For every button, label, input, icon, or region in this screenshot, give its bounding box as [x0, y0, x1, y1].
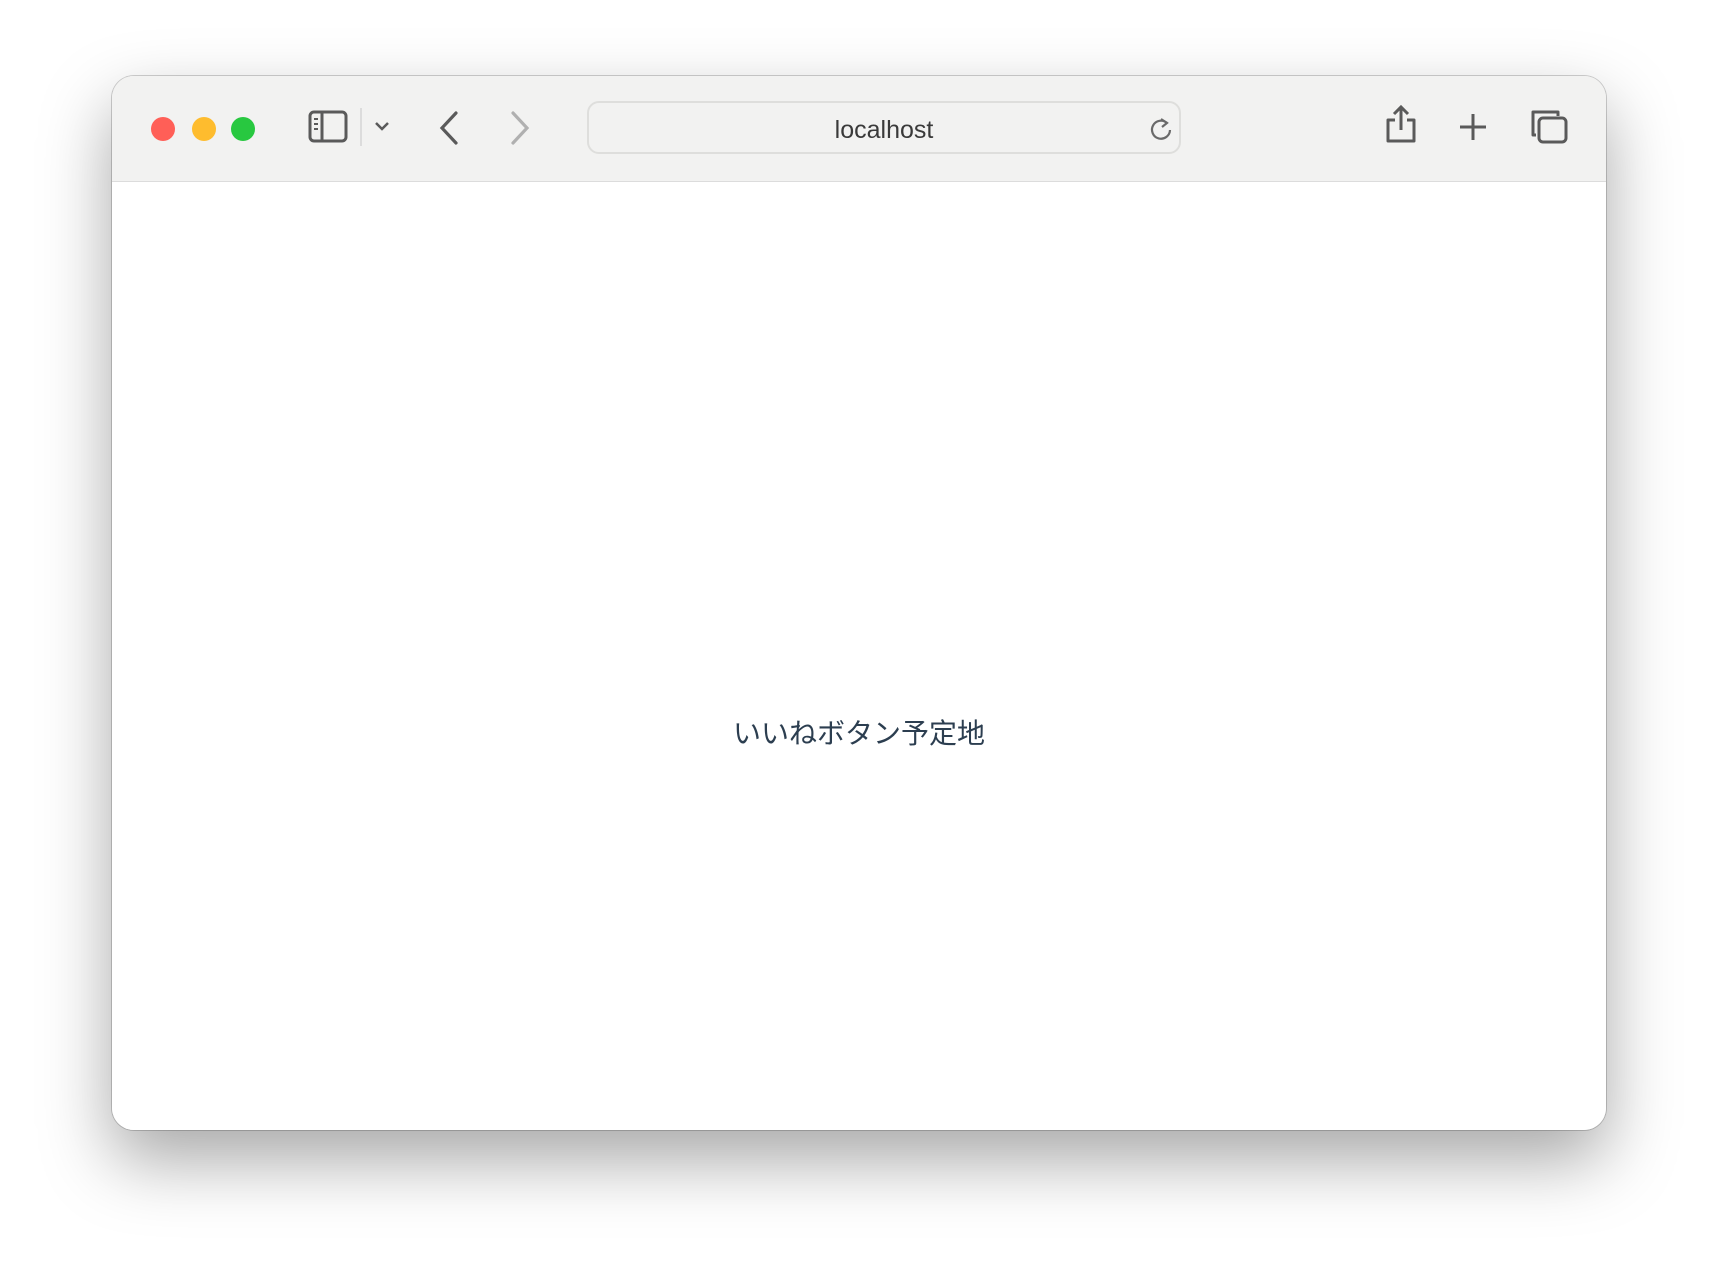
like-button-placeholder-text: いいねボタン予定地: [732, 717, 985, 750]
toolbar-divider: [360, 108, 362, 146]
url-text: localhost: [834, 116, 934, 144]
forward-icon[interactable]: [508, 110, 532, 146]
share-icon[interactable]: [1384, 104, 1418, 144]
tab-overview-icon[interactable]: [1530, 109, 1568, 145]
page-content: いいねボタン予定地: [112, 182, 1606, 1130]
zoom-button[interactable]: [231, 117, 255, 141]
sidebar-toggle-icon[interactable]: [308, 110, 348, 144]
new-tab-icon[interactable]: [1458, 112, 1488, 142]
close-button[interactable]: [151, 117, 175, 141]
chevron-down-icon[interactable]: [374, 120, 390, 132]
toolbar: localhost: [112, 76, 1606, 182]
address-bar[interactable]: localhost: [587, 101, 1181, 154]
browser-window: localhost いいねボタン予定地: [112, 76, 1606, 1130]
reload-icon[interactable]: [1147, 115, 1175, 143]
minimize-button[interactable]: [192, 117, 216, 141]
back-icon[interactable]: [437, 110, 461, 146]
